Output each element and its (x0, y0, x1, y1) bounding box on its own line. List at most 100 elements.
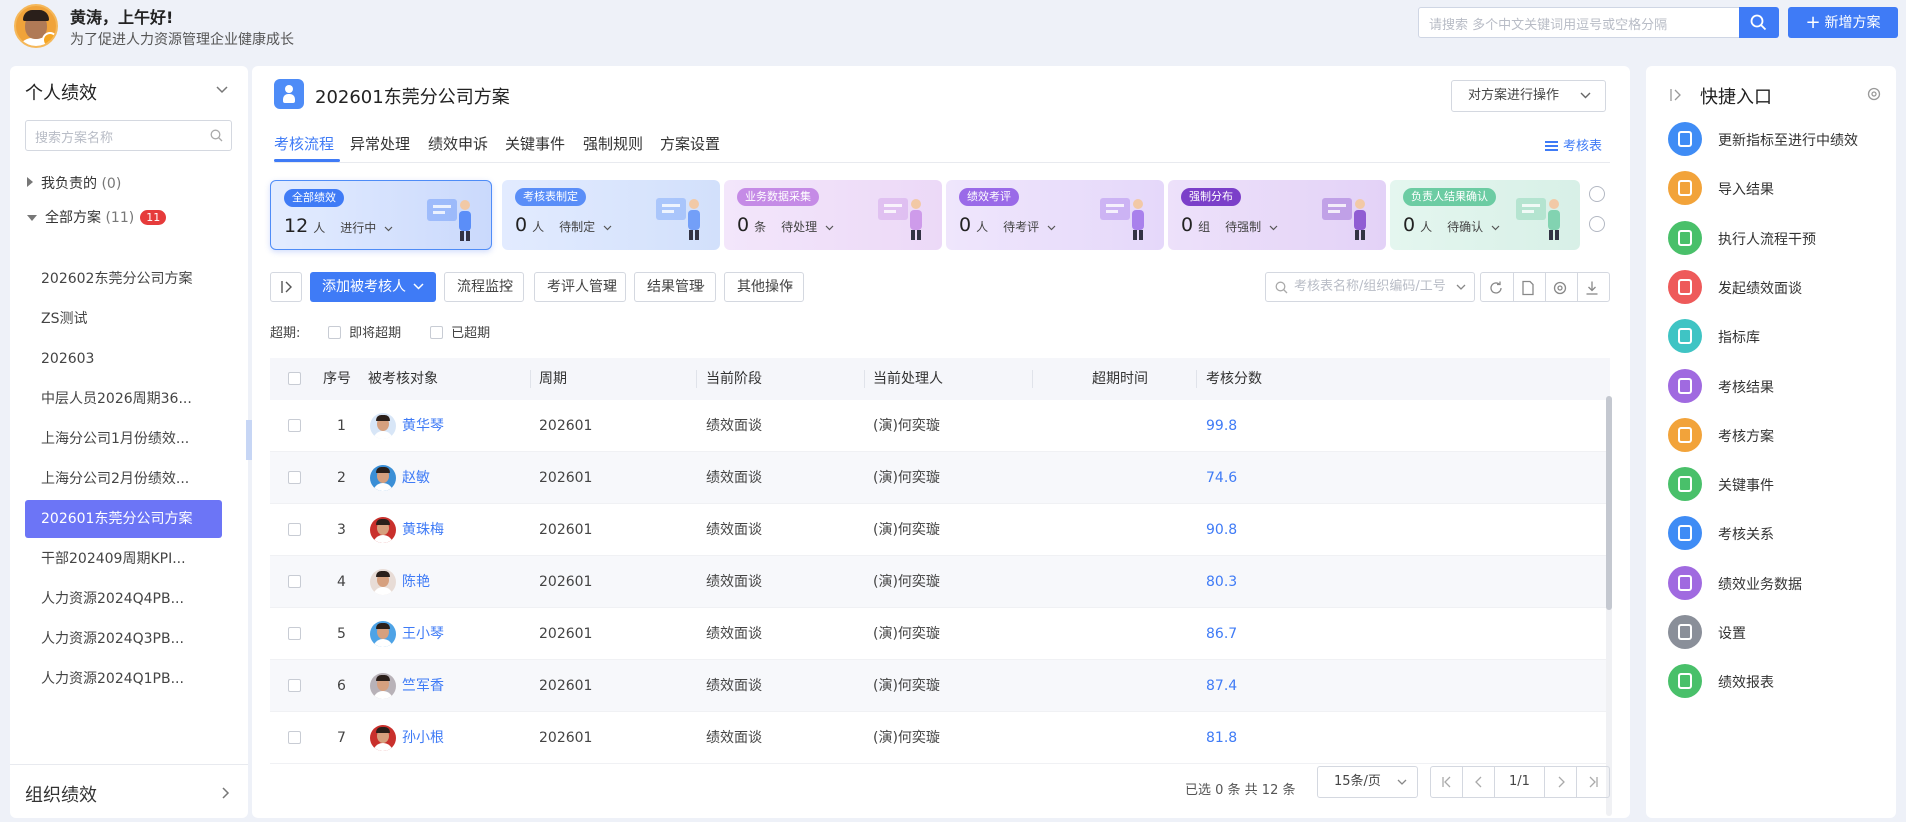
quick-entry-item[interactable]: 关键事件 (1668, 467, 1883, 502)
checkbox[interactable] (430, 326, 443, 339)
quick-entry-item[interactable]: 绩效报表 (1668, 664, 1883, 699)
plan-search-input[interactable]: 搜索方案名称 (25, 120, 232, 151)
gear-icon[interactable] (1866, 86, 1882, 102)
global-search-input[interactable]: 请搜索 多个中文关键词用逗号或空格分隔 (1418, 7, 1740, 38)
plan-operation-dropdown[interactable]: 对方案进行操作 (1451, 80, 1606, 112)
flow-monitor-dropdown[interactable]: 流程监控 (444, 272, 524, 302)
table-row[interactable]: 4 陈艳 202601 绩效面谈 (演)何奕璇 80.3 (270, 556, 1610, 608)
sidebar-plan-item[interactable]: 中层人员2026周期36... (25, 380, 222, 418)
chevron-down-icon[interactable] (216, 86, 228, 94)
checkbox[interactable] (328, 326, 341, 339)
score-link[interactable]: 80.3 (1206, 556, 1237, 608)
card-result-confirm[interactable]: 负责人结果确认 0 人待确认 (1390, 180, 1580, 250)
quick-entry-item[interactable]: 考核方案 (1668, 417, 1883, 452)
result-manage-dropdown[interactable]: 结果管理 (634, 272, 716, 302)
sidebar-plan-item[interactable]: 上海分公司1月份绩效... (25, 420, 222, 458)
tab-0[interactable]: 考核流程 (274, 133, 334, 154)
score-link[interactable]: 74.6 (1206, 452, 1237, 504)
assessee-name-link[interactable]: 陈艳 (402, 556, 430, 608)
sidebar-plan-item[interactable]: ZS测试 (25, 300, 222, 338)
row-checkbox[interactable] (288, 523, 301, 536)
next-page-button[interactable] (1545, 767, 1577, 797)
chevron-down-icon[interactable] (1269, 225, 1278, 231)
sidebar-plan-item[interactable]: 202601东莞分公司方案 (25, 500, 222, 538)
assessee-name-link[interactable]: 赵敏 (402, 452, 430, 504)
table-row[interactable]: 6 竺军香 202601 绩效面谈 (演)何奕璇 87.4 (270, 660, 1610, 712)
org-performance-section[interactable]: 组织绩效 (10, 764, 248, 818)
table-row[interactable]: 7 孙小根 202601 绩效面谈 (演)何奕璇 81.8 (270, 712, 1610, 764)
last-page-button[interactable] (1577, 767, 1609, 797)
row-checkbox[interactable] (288, 471, 301, 484)
other-ops-dropdown[interactable]: 其他操作 (724, 272, 804, 302)
row-checkbox[interactable] (288, 419, 301, 432)
prev-page-button[interactable] (1463, 767, 1495, 797)
score-link[interactable]: 86.7 (1206, 608, 1237, 660)
score-link[interactable]: 90.8 (1206, 504, 1237, 556)
chevron-down-icon[interactable] (1491, 225, 1500, 231)
add-assessee-button[interactable]: 添加被考核人 (310, 272, 436, 302)
sidebar-plan-item[interactable]: 202603 (25, 340, 222, 378)
refresh-icon[interactable] (1589, 216, 1605, 232)
new-plan-button[interactable]: + 新增方案 (1788, 7, 1898, 38)
chevron-down-icon[interactable] (384, 226, 393, 232)
quick-entry-item[interactable]: 考核结果 (1668, 368, 1883, 403)
assessment-sheet-link[interactable]: 考核表 (1545, 135, 1602, 154)
tab-2[interactable]: 绩效申诉 (428, 133, 488, 154)
quick-entry-item[interactable]: 执行人流程干预 (1668, 220, 1883, 255)
expand-icon[interactable] (1670, 88, 1682, 102)
quick-entry-item[interactable]: 设置 (1668, 615, 1883, 649)
tab-3[interactable]: 关键事件 (505, 133, 565, 154)
card-all-performance[interactable]: 全部绩效 12 人进行中 (270, 180, 492, 250)
sidebar-plan-item[interactable]: 人力资源2024Q4PB... (25, 580, 222, 618)
evaluator-manage-dropdown[interactable]: 考评人管理 (534, 272, 626, 302)
quick-entry-item[interactable]: 考核关系 (1668, 516, 1883, 551)
filter-soon-overdue[interactable]: 即将超期 (328, 322, 401, 341)
group-all-plans[interactable]: 全部方案 (11) 11 (27, 207, 167, 227)
search-button[interactable] (1739, 7, 1779, 38)
tab-5[interactable]: 方案设置 (660, 133, 720, 154)
table-row[interactable]: 3 黄珠梅 202601 绩效面谈 (演)何奕璇 90.8 (270, 504, 1610, 556)
sidebar-plan-item[interactable]: 人力资源2024Q1PB... (25, 660, 222, 698)
row-checkbox[interactable] (288, 731, 301, 744)
assessee-name-link[interactable]: 孙小根 (402, 712, 444, 764)
table-row[interactable]: 5 王小琴 202601 绩效面谈 (演)何奕璇 86.7 (270, 608, 1610, 660)
chevron-down-icon[interactable] (825, 225, 834, 231)
score-link[interactable]: 99.8 (1206, 400, 1237, 452)
quick-entry-item[interactable]: 绩效业务数据 (1668, 565, 1883, 600)
settings-icon[interactable] (1589, 186, 1605, 202)
assessee-name-link[interactable]: 竺军香 (402, 660, 444, 712)
sidebar-plan-item[interactable]: 干部202409周期KPI... (25, 540, 222, 578)
card-data-collection[interactable]: 业务数据采集 0 条待处理 (724, 180, 942, 250)
sidebar-plan-item[interactable]: 上海分公司2月份绩效... (25, 460, 222, 498)
sidebar-plan-item[interactable]: 人力资源2024Q3PB... (25, 620, 222, 658)
user-avatar[interactable] (14, 4, 58, 48)
card-sheet-making[interactable]: 考核表制定 0 人待制定 (502, 180, 720, 250)
row-checkbox[interactable] (288, 679, 301, 692)
sidebar-plan-item[interactable]: 202602东莞分公司方案 (25, 260, 222, 298)
tab-4[interactable]: 强制规则 (583, 133, 643, 154)
card-forced-distribution[interactable]: 强制分布 0 组待强制 (1168, 180, 1386, 250)
table-row[interactable]: 1 黄华琴 202601 绩效面谈 (演)何奕璇 99.8 (270, 400, 1610, 452)
scrollbar-thumb[interactable] (1606, 396, 1612, 610)
export-icon[interactable] (1520, 280, 1536, 296)
assessee-name-link[interactable]: 黄华琴 (402, 400, 444, 452)
filter-overdue[interactable]: 已超期 (430, 322, 490, 341)
refresh-icon[interactable] (1488, 280, 1504, 296)
download-icon[interactable] (1584, 280, 1600, 296)
score-link[interactable]: 87.4 (1206, 660, 1237, 712)
group-my-plans[interactable]: 我负责的 (0) (27, 173, 121, 193)
collapse-toggle-button[interactable] (270, 272, 302, 302)
card-evaluation[interactable]: 绩效考评 0 人待考评 (946, 180, 1164, 250)
quick-entry-item[interactable]: 发起绩效面谈 (1668, 269, 1883, 304)
quick-entry-item[interactable]: 指标库 (1668, 319, 1883, 354)
select-all-checkbox[interactable] (288, 372, 301, 385)
table-row[interactable]: 2 赵敏 202601 绩效面谈 (演)何奕璇 74.6 (270, 452, 1610, 504)
page-size-select[interactable]: 15条/页 (1317, 766, 1418, 798)
assessee-name-link[interactable]: 黄珠梅 (402, 504, 444, 556)
row-checkbox[interactable] (288, 575, 301, 588)
settings-icon[interactable] (1552, 280, 1568, 296)
quick-entry-item[interactable]: 导入结果 (1668, 171, 1883, 206)
chevron-down-icon[interactable] (1047, 225, 1056, 231)
quick-entry-item[interactable]: 更新指标至进行中绩效 (1668, 122, 1883, 156)
first-page-button[interactable] (1431, 767, 1463, 797)
